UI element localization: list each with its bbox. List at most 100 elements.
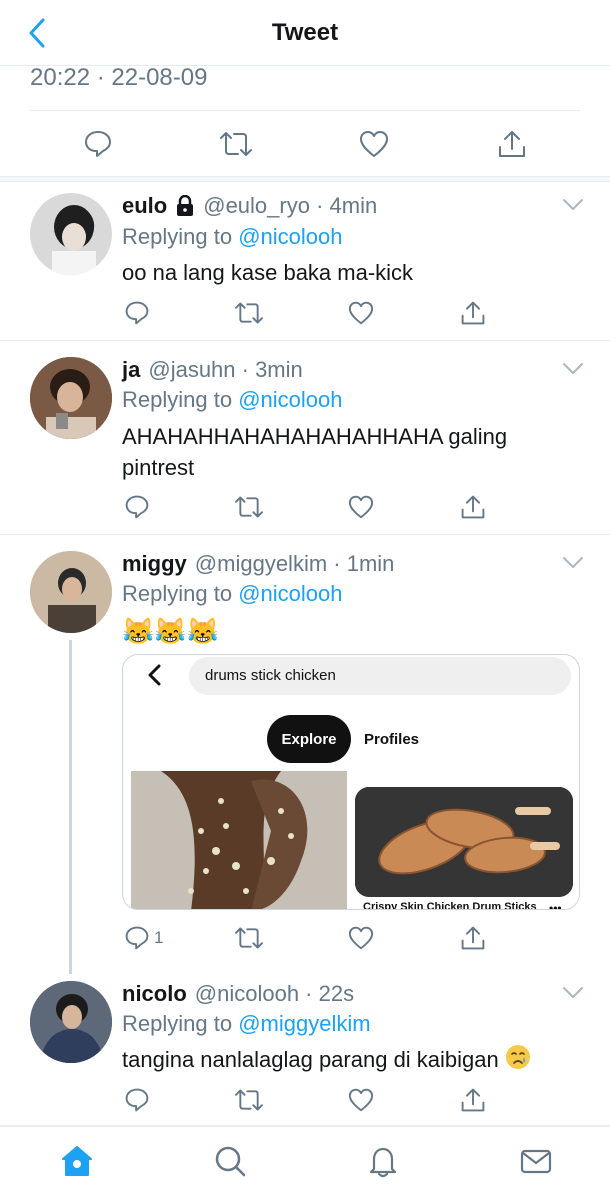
tab-home[interactable] [59,1143,95,1179]
retweet-button[interactable] [234,922,264,954]
replying-prefix: Replying to [122,1011,233,1036]
reply-tweet[interactable]: eulo @eulo_ryo · 4min Replying to @nicol… [0,183,610,341]
share-button[interactable] [460,1084,486,1116]
divider [30,110,580,111]
tab-messages[interactable] [518,1143,554,1179]
avatar[interactable] [30,551,112,633]
retweet-button[interactable] [218,126,254,162]
reply-icon [125,495,149,519]
avatar[interactable] [30,193,112,275]
chicken-photo [131,771,347,909]
pin-caption: Crispy Skin Chicken Drum Sticks [363,901,537,910]
heart-icon [348,495,374,519]
tweet-actions [122,491,492,523]
retweet-button[interactable] [234,297,264,329]
tweet-actions [122,297,492,329]
laughing-cat-emoji: 😹 [186,615,220,646]
like-button[interactable] [348,1084,374,1116]
heart-icon [360,131,388,157]
display-name[interactable]: ja [122,357,140,383]
share-icon [499,131,525,157]
retweet-icon [235,302,263,324]
chevron-down-icon[interactable] [562,986,584,1000]
chevron-down-icon[interactable] [562,556,584,570]
tweet-text-line: pintrest [122,455,195,480]
avatar[interactable] [30,981,112,1063]
reply-button[interactable] [124,1084,150,1116]
heart-icon [348,926,374,950]
reply-tweet[interactable]: ja @jasuhn · 3min Replying to @nicolooh … [0,341,610,535]
top-bar: Tweet [0,0,610,66]
tab-explore: Explore [267,715,351,763]
replying-to: Replying to @nicolooh [122,387,343,413]
tweet-actions: 1 [122,922,492,954]
handle-and-time[interactable]: @eulo_ryo · 4min [203,193,377,219]
mention-link[interactable]: @nicolooh [238,224,342,249]
chevron-down-icon[interactable] [562,362,584,376]
like-button[interactable] [348,297,374,329]
reply-count: 1 [154,928,164,947]
tweet-text: tangina nanlalaglag parang di kaibigan [122,1044,592,1078]
drumsticks-photo [355,787,573,897]
tab-notifications[interactable] [365,1143,401,1179]
replying-to: Replying to @nicolooh [122,581,343,607]
bottom-tab-bar [0,1126,610,1200]
avatar[interactable] [30,357,112,439]
share-icon [461,926,485,950]
tweet-timestamp: 20:22 · 22-08-09 [30,64,208,91]
reply-button[interactable] [124,297,150,329]
attached-image[interactable]: drums stick chicken Explore Profiles Cri… [122,654,580,910]
reply-icon [125,1088,149,1112]
like-button[interactable] [348,922,374,954]
tweet-text-content: tangina nanlalaglag parang di kaibigan [122,1047,499,1072]
retweet-icon [235,927,263,949]
mention-link[interactable]: @nicolooh [238,581,342,606]
retweet-button[interactable] [234,491,264,523]
tweet-text: oo na lang kase baka ma-kick [122,260,414,285]
avatar-image [30,981,112,1063]
tweet-text: 😹😹😹 [122,614,582,647]
mention-link[interactable]: @nicolooh [238,387,342,412]
display-name[interactable]: miggy [122,551,187,577]
handle-and-time[interactable]: @miggyelkim · 1min [195,551,395,577]
home-icon [62,1146,92,1176]
chevron-down-icon[interactable] [562,198,584,212]
retweet-icon [235,1089,263,1111]
share-icon [461,495,485,519]
heart-icon [348,1088,374,1112]
reply-button[interactable] [80,126,116,162]
heart-icon [348,301,374,325]
retweet-button[interactable] [234,1084,264,1116]
share-button[interactable] [494,126,530,162]
avatar-image [52,205,96,275]
page-title: Tweet [271,19,339,46]
section-divider [0,176,610,182]
handle-and-time[interactable]: @jasuhn · 3min [148,357,302,383]
notifications-icon [369,1147,397,1178]
replying-to: Replying to @nicolooh [122,224,343,250]
search-icon [215,1146,246,1177]
mention-link[interactable]: @miggyelkim [238,1011,370,1036]
tweet-text: AHAHAHHAHAHAHAHAHHAHA galing pintrest [122,421,582,483]
tab-profiles: Profiles [364,731,420,748]
display-name[interactable]: eulo [122,193,167,219]
reply-icon [125,301,149,325]
laughing-cat-emoji: 😹 [154,615,187,646]
replying-prefix: Replying to [122,387,233,412]
tab-search[interactable] [212,1143,248,1179]
reply-button[interactable]: 1 [124,922,163,954]
avatar-image [30,357,112,439]
share-icon [461,1088,485,1112]
like-button[interactable] [356,126,392,162]
like-button[interactable] [348,491,374,523]
share-button[interactable] [460,297,486,329]
share-button[interactable] [460,491,486,523]
share-button[interactable] [460,922,486,954]
handle-and-time[interactable]: @nicolooh · 22s [195,981,354,1007]
display-name[interactable]: nicolo [122,981,187,1007]
replying-prefix: Replying to [122,224,233,249]
replying-prefix: Replying to [122,581,233,606]
reply-tweet[interactable]: nicolo @nicolooh · 22s Replying to @migg… [0,969,610,1126]
reply-button[interactable] [124,491,150,523]
avatar-image [30,551,112,633]
